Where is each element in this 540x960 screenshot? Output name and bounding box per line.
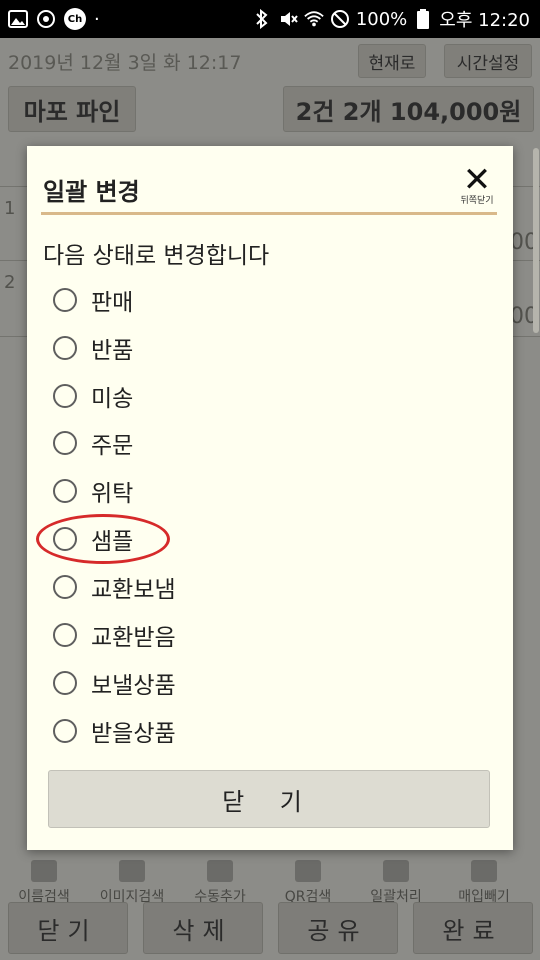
dialog-close-button[interactable]: ✕ 뒤쪽닫기 [451, 160, 503, 210]
option-label: 교환보냄 [91, 577, 176, 603]
option-exchange-sent[interactable]: 교환보냄 [53, 567, 353, 607]
title-divider [41, 212, 497, 215]
radio-button[interactable] [53, 384, 77, 408]
batch-change-dialog: 일괄 변경 ✕ 뒤쪽닫기 다음 상태로 변경합니다 판매 반품 미송 주문 위탁… [27, 146, 513, 850]
close-label: 뒤쪽닫기 [460, 196, 494, 206]
image-icon [8, 9, 28, 29]
ch-app-icon: Ch [64, 8, 86, 30]
radio-button[interactable] [53, 431, 77, 455]
option-label: 반품 [91, 338, 134, 364]
bluetooth-icon [252, 9, 272, 29]
battery-percent: 100% [355, 8, 408, 30]
option-label: 받을상품 [91, 721, 176, 747]
option-exchange-received[interactable]: 교환받음 [53, 615, 353, 655]
option-item-to-send[interactable]: 보낼상품 [53, 663, 353, 703]
radio-button[interactable] [53, 623, 77, 647]
option-label: 주문 [91, 433, 134, 459]
status-bar: Ch · 100% 오후 12:20 [0, 0, 540, 38]
radio-button[interactable] [53, 288, 77, 312]
option-sale[interactable]: 판매 [53, 280, 353, 320]
radio-button[interactable] [53, 575, 77, 599]
dialog-close-action-button[interactable]: 닫 기 [48, 770, 490, 828]
radio-button[interactable] [53, 479, 77, 503]
option-consignment[interactable]: 위탁 [53, 471, 353, 511]
option-label: 위탁 [91, 481, 134, 507]
mute-icon [278, 9, 298, 29]
notification-dot-icon: · [94, 8, 100, 30]
battery-icon [413, 9, 433, 29]
option-label: 보낼상품 [91, 673, 176, 699]
dnd-icon [330, 9, 350, 29]
dialog-subtitle: 다음 상태로 변경합니다 [43, 243, 270, 269]
radio-button[interactable] [53, 671, 77, 695]
target-icon [36, 9, 56, 29]
close-icon: ✕ [462, 160, 492, 200]
option-label: 판매 [91, 290, 134, 316]
option-return[interactable]: 반품 [53, 328, 353, 368]
clock: 오후 12:20 [439, 10, 530, 31]
option-item-to-receive[interactable]: 받을상품 [53, 711, 353, 751]
scrollbar[interactable] [533, 148, 539, 333]
option-unshipped[interactable]: 미송 [53, 376, 353, 416]
option-order[interactable]: 주문 [53, 423, 353, 463]
option-label: 교환받음 [91, 625, 176, 651]
radio-button[interactable] [53, 336, 77, 360]
dialog-title: 일괄 변경 [43, 178, 140, 206]
wifi-icon [304, 9, 324, 29]
highlight-annotation [36, 514, 170, 564]
radio-button[interactable] [53, 719, 77, 743]
option-label: 미송 [91, 386, 134, 412]
